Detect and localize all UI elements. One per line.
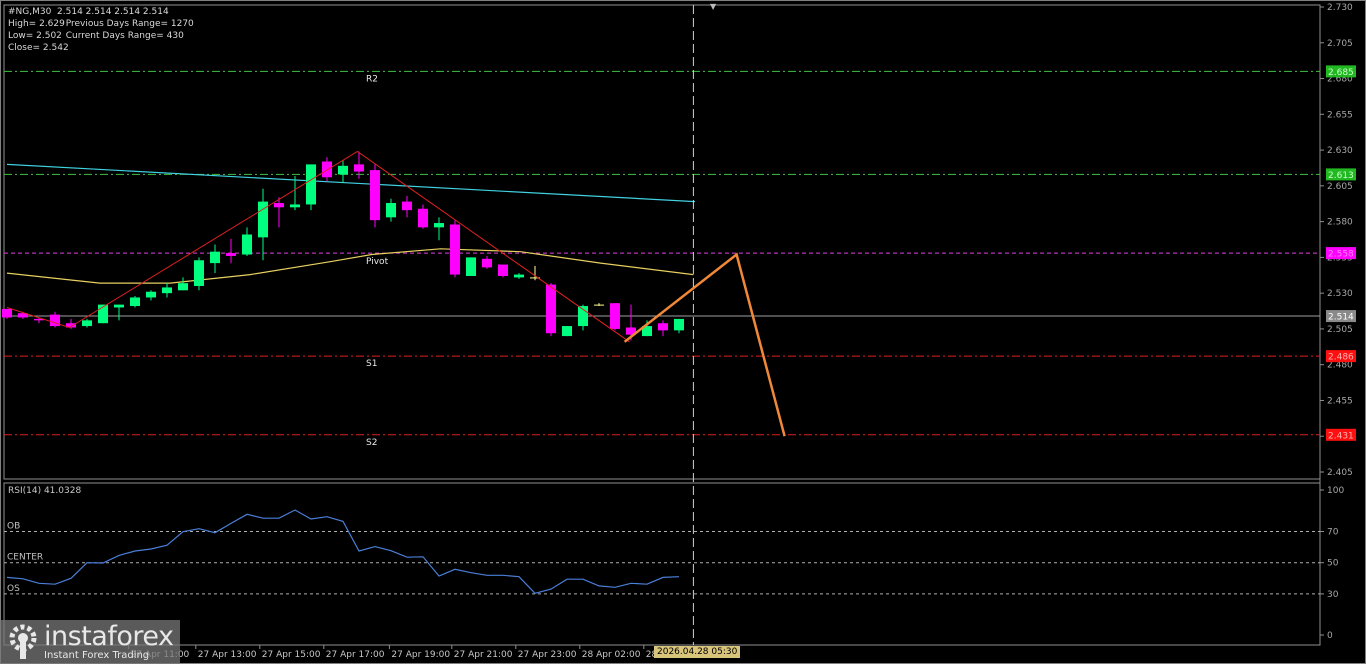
candle-body [242,234,252,255]
rsi-level-label: OS [7,584,20,594]
candle-body [402,201,412,211]
price-tick-label: 2.630 [1327,146,1353,156]
rsi-tick-label: 0 [1327,631,1333,641]
candle-body [226,253,236,256]
candle-body [194,260,204,287]
price-tick-label: 2.505 [1327,325,1353,335]
logo-name: instaforex [44,621,174,652]
candle-body [482,258,492,268]
price-tick-label: 2.705 [1327,39,1353,49]
level-text-s1: S1 [366,359,377,369]
gear-logo-icon [9,624,37,659]
price-tick-label: 2.730 [1327,3,1353,13]
time-tick-label: 27 Apr 21:00 [454,650,513,660]
level-price-label: 2.613 [1328,171,1354,181]
candle-body [130,297,140,307]
level-price-label: 2.431 [1328,431,1354,441]
candle-body [322,161,332,178]
candle-body [610,303,620,329]
price-tick-label: 2.405 [1327,468,1353,478]
candle-body [146,291,156,298]
candle-body [338,165,348,175]
candle-body [306,164,316,205]
time-tick-label: 27 Apr 19:00 [391,650,450,660]
level-price-label: 2.685 [1328,68,1354,78]
candle-body [354,164,364,172]
current-days-range: Current Days Range= 430 [65,31,184,41]
level-price-label: 2.558 [1328,250,1354,260]
time-tick-label: 27 Apr 23:00 [518,650,577,660]
candle-body [466,257,476,276]
candle-body [370,170,380,221]
candle-body [594,304,604,306]
candle-body [562,326,572,337]
candle-body [290,204,300,208]
time-tick-label: 27 Apr 15:00 [262,650,321,660]
level-text-pivot: Pivot [366,257,389,267]
rsi-tick-label: 30 [1327,590,1339,600]
rsi-level-label: CENTER [7,553,43,563]
candle-body [178,283,188,291]
candle-body [418,208,428,228]
price-tick-label: 2.605 [1327,182,1353,192]
candle-body [658,323,668,331]
instaforex-logo: instaforex Instant Forex Trading [0,620,180,664]
crosshair-time-label: 2026.04.28 05:30 [654,646,741,658]
candle-body [274,203,284,208]
symbol-line: #NG,M30 2.514 2.514 2.514 2.514 [8,7,169,17]
price-tick-label: 2.655 [1327,110,1353,120]
candle-body [210,251,220,264]
candle-body [386,203,396,218]
level-price-label: 2.514 [1328,313,1354,323]
price-tick-label: 2.455 [1327,396,1353,406]
previous-days-range: Previous Days Range= 1270 [65,19,194,29]
candle-body [2,308,12,318]
price-tick-label: 2.580 [1327,218,1353,228]
level-price-label: 2.486 [1328,353,1354,363]
candle-body [450,224,460,275]
level-text-s2: S2 [366,438,377,448]
candle-body [82,320,92,327]
chart-shift-marker-icon[interactable]: ▼ [710,2,716,11]
chart-frame [0,0,1366,664]
rsi-tick-label: 70 [1327,528,1339,538]
rsi-title: RSI(14) 41.0328 [8,486,82,496]
candle-body [498,264,508,276]
close-value: Close= 2.542 [8,43,69,53]
candle-body [546,284,556,334]
logo-tagline: Instant Forex Trading [44,650,150,661]
candle-body [514,274,524,278]
candle-body [162,287,172,294]
time-tick-label: 28 Apr 02:00 [582,650,641,660]
rsi-level-label: OB [7,522,20,532]
candle-body [434,223,444,228]
price-chart[interactable]: 2.7302.7052.6802.6552.6302.6052.5802.555… [0,0,1366,664]
high-value: High= 2.629 [8,19,65,29]
candle-body [114,304,124,308]
level-text-r2: R2 [366,74,378,84]
price-tick-label: 2.530 [1327,289,1353,299]
candle-body [674,318,684,331]
low-value: Low= 2.502 [8,31,62,41]
chart-info: #NG,M30 2.514 2.514 2.514 2.514 High= 2.… [8,6,194,54]
rsi-tick-label: 100 [1327,486,1344,496]
rsi-tick-label: 50 [1327,559,1339,569]
time-tick-label: 27 Apr 13:00 [198,650,257,660]
time-tick-label: 27 Apr 17:00 [326,650,385,660]
